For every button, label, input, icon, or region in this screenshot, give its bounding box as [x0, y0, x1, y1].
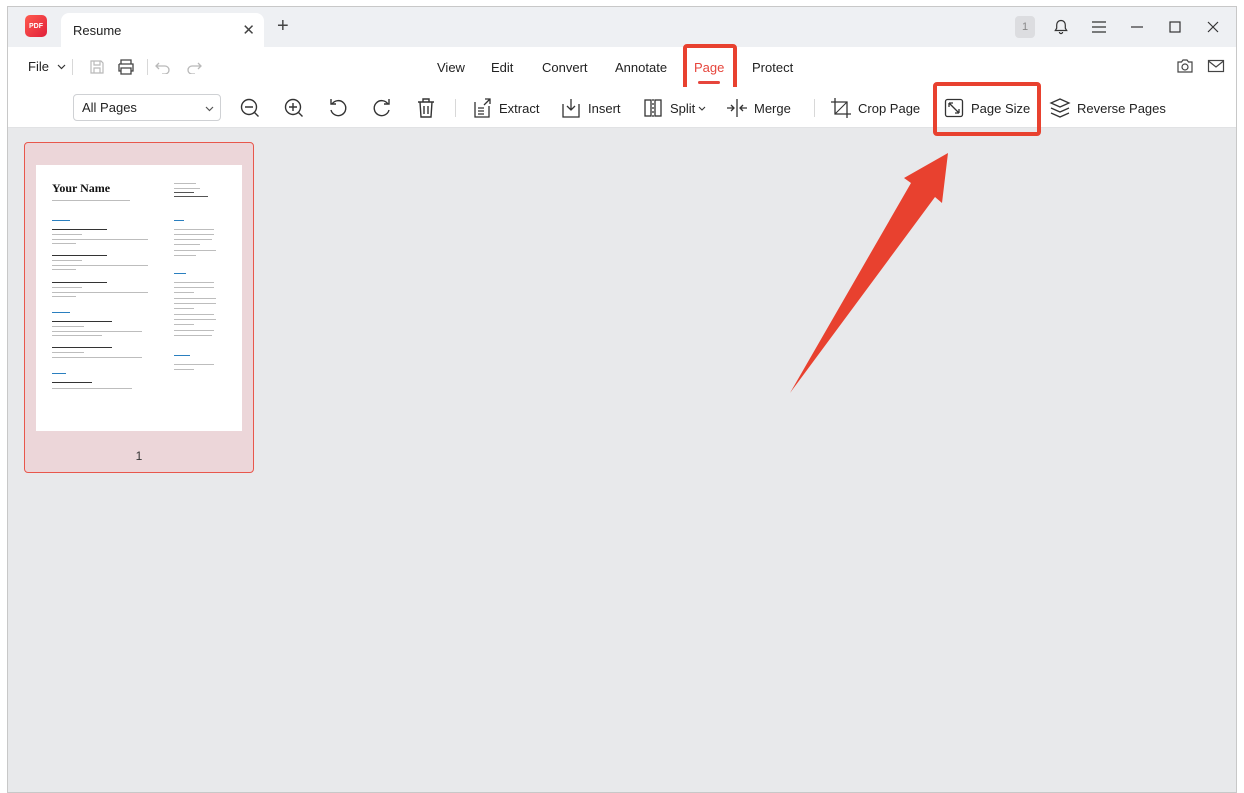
app-window: PDF Resume ✕ + 1 File View Edit Convert …	[7, 6, 1237, 793]
callout-arrow	[790, 153, 948, 393]
